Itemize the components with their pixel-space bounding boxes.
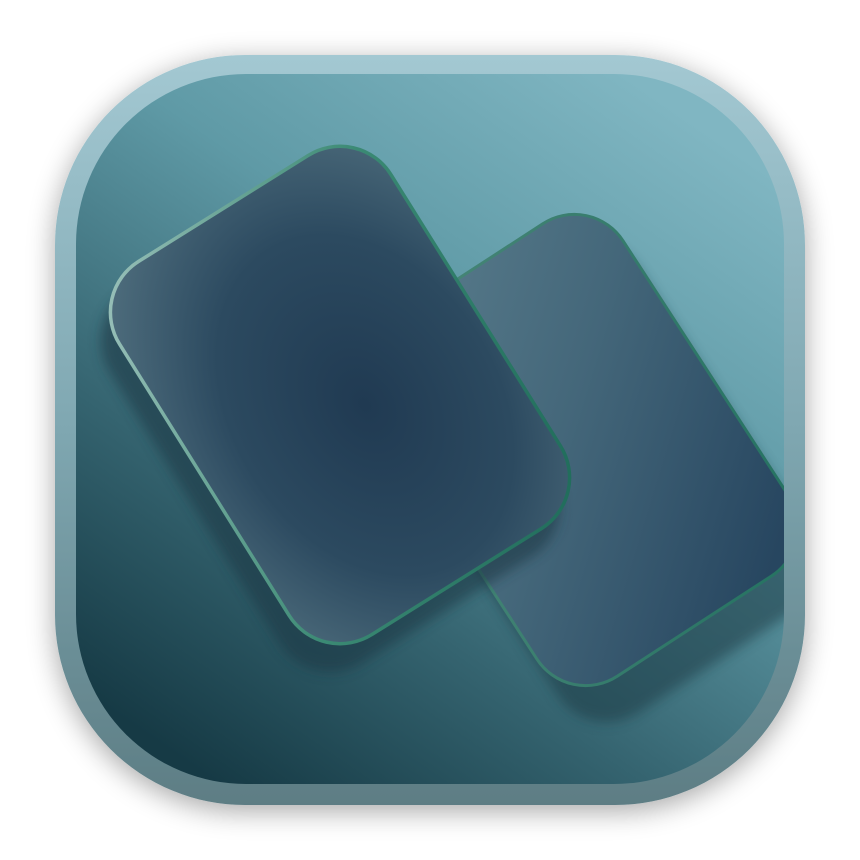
stacked-cards-icon — [55, 55, 805, 805]
app-icon — [0, 0, 860, 860]
